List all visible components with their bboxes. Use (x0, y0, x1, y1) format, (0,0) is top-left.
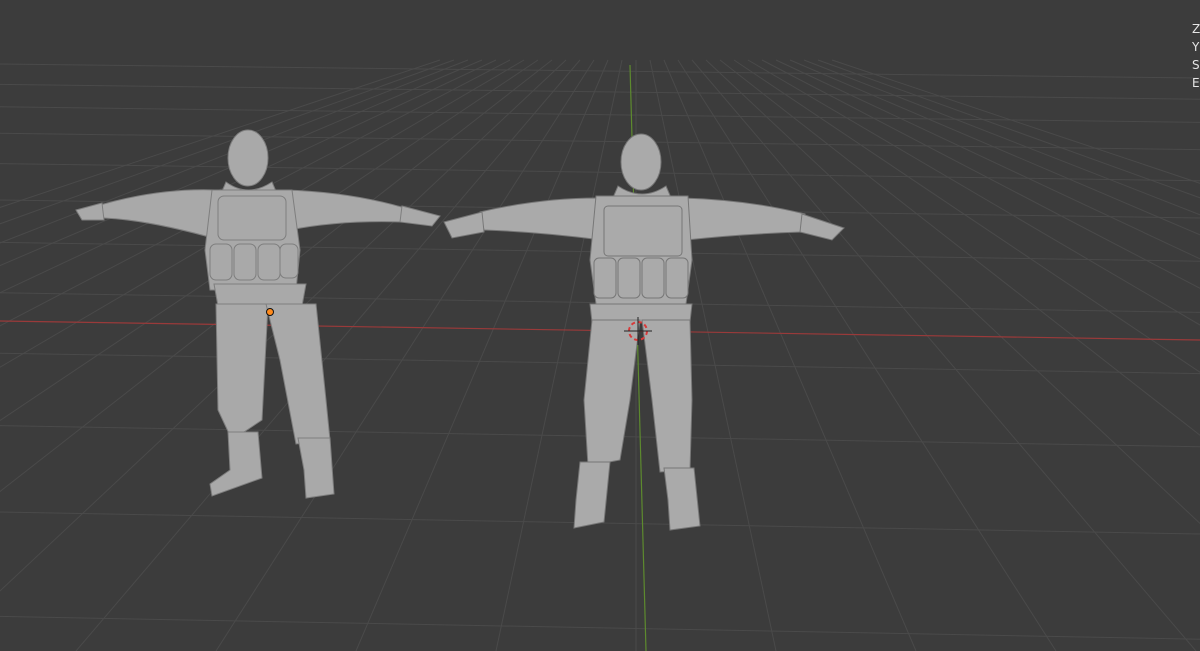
pouch (593, 257, 617, 299)
overlay-line: S (1192, 58, 1200, 72)
belt (213, 283, 307, 307)
pouch (233, 243, 257, 281)
overlay-line: Y (1192, 40, 1200, 54)
left-boot (573, 461, 611, 529)
right-boot (663, 467, 701, 531)
helmet (620, 133, 662, 191)
overlay-line: Z (1192, 22, 1200, 36)
viewport-overlay-text: Z Y S E (1192, 20, 1200, 92)
vest (217, 195, 287, 241)
3d-viewport[interactable]: Z Y S E (0, 0, 1200, 651)
overlay-line: E (1192, 76, 1200, 90)
helmet (227, 129, 269, 187)
pouch (665, 257, 689, 299)
pouch (209, 243, 233, 281)
pouch (641, 257, 665, 299)
pouch (279, 243, 299, 279)
pouch (257, 243, 281, 281)
left-leg (215, 303, 269, 441)
vest (603, 205, 683, 257)
viewport-canvas[interactable] (0, 0, 1200, 651)
pouch (617, 257, 641, 299)
belt (589, 303, 693, 323)
object-origin-icon[interactable] (266, 308, 274, 316)
